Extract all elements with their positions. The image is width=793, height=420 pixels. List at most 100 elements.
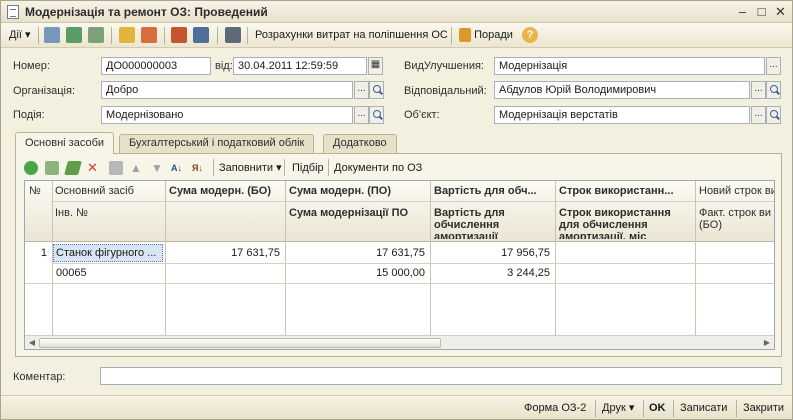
tab-fixed-assets[interactable]: Основні засоби [15, 132, 115, 154]
col-cost[interactable]: Вартість для обч... [434, 185, 537, 197]
footer-separator [643, 400, 644, 417]
minimize-button[interactable]: – [734, 4, 751, 20]
print-button[interactable]: Друк ▾ [602, 401, 634, 417]
organization-label: Організація: [13, 85, 75, 97]
event-field[interactable]: Модернізовано [101, 106, 353, 124]
save-button[interactable]: Записати [680, 401, 727, 417]
col-inventory-number[interactable]: Інв. № [55, 207, 88, 219]
col-new-term[interactable]: Новий строк ви... [699, 185, 774, 197]
document-icon [7, 5, 19, 19]
col-number[interactable]: № [29, 185, 41, 197]
toolbar-separator [284, 159, 285, 176]
footer-separator [736, 400, 737, 417]
number-label: Номер: [13, 60, 50, 72]
scroll-left-icon[interactable]: ◀ [25, 336, 39, 349]
toolbar-separator [38, 27, 39, 44]
scrollbar-thumb[interactable] [39, 338, 441, 348]
report-icon[interactable] [193, 26, 209, 45]
organization-select-button[interactable]: ... [354, 81, 369, 99]
improvement-type-select-button[interactable]: ... [766, 57, 781, 75]
horizontal-scrollbar[interactable]: ◀ ▶ [25, 335, 774, 349]
toolbar-separator [217, 27, 218, 44]
move-up-icon[interactable]: ▲ [130, 160, 142, 176]
fill-button[interactable]: Заповнити ▾ [219, 160, 282, 176]
table-header: № Основний засіб Сума модерн. (БО) Сума … [25, 181, 774, 242]
window-title: Модернізація та ремонт ОЗ: Проведений [25, 5, 268, 19]
number-field[interactable]: ДО000000003 [101, 57, 211, 75]
add-row-icon[interactable] [24, 160, 38, 176]
assets-table[interactable]: № Основний засіб Сума модерн. (БО) Сума … [24, 180, 775, 350]
delete-row-icon[interactable]: ✕ [87, 160, 98, 176]
select-button[interactable]: Підбір [292, 160, 324, 176]
form-button[interactable]: Форма ОЗ-2 [524, 401, 586, 417]
sort-descending-icon[interactable]: Я↓ [192, 160, 203, 176]
help-icon[interactable]: ? [522, 26, 538, 45]
tips-button[interactable]: Поради [459, 26, 513, 45]
copy-document-icon[interactable] [88, 26, 104, 45]
col-actual-term[interactable]: Факт. строк ви (БО) [699, 207, 774, 239]
post-document-icon[interactable] [44, 26, 60, 45]
list-icon[interactable] [225, 26, 241, 45]
close-form-button[interactable]: Закрити [743, 401, 784, 417]
move-down-icon[interactable]: ▼ [151, 160, 163, 176]
fill-label: Заповнити [219, 162, 274, 174]
structure-icon[interactable] [119, 26, 135, 45]
organization-field[interactable]: Добро [101, 81, 353, 99]
row-asset[interactable]: Станок фігурного ... [56, 246, 160, 260]
comment-field[interactable] [100, 367, 782, 385]
based-on-icon[interactable] [141, 26, 157, 45]
date-field[interactable]: 30.04.2011 12:59:59 [233, 57, 367, 75]
event-select-button[interactable]: ... [354, 106, 369, 124]
object-label: Об'єкт: [404, 109, 440, 121]
dt-kt-icon[interactable] [171, 26, 187, 45]
actions-menu[interactable]: Дії ▾ [9, 26, 31, 45]
print-label: Друк [602, 402, 626, 414]
row-number: 1 [40, 247, 47, 259]
footer-separator [595, 400, 596, 417]
tab-additional[interactable]: Додатково [323, 134, 397, 153]
scroll-right-icon[interactable]: ▶ [760, 336, 774, 349]
row-inventory-number[interactable]: 00065 [56, 266, 160, 280]
improvement-type-field[interactable]: Модернізація [494, 57, 765, 75]
date-label: від: [215, 60, 233, 72]
close-button[interactable]: ✕ [772, 4, 789, 20]
tab-accounting[interactable]: Бухгалтерський і податковий облік [119, 134, 315, 153]
sort-ascending-icon[interactable]: A↓ [171, 160, 182, 176]
edit-row-icon[interactable] [64, 160, 82, 176]
col-cost-amortization[interactable]: Вартість для обчислення амортизації [434, 207, 552, 239]
documents-button[interactable]: Документи по ОЗ [334, 160, 422, 176]
col-sum-po-modernization[interactable]: Сума модернізації ПО [289, 207, 408, 219]
end-edit-icon[interactable] [109, 160, 123, 176]
toolbar-separator [328, 159, 329, 176]
toolbar-separator [111, 27, 112, 44]
row-cost[interactable]: 17 956,75 [433, 246, 550, 260]
object-field[interactable]: Модернізація верстатів [494, 106, 750, 124]
tips-icon [459, 28, 471, 43]
costs-button[interactable]: Розрахунки витрат на поліпшення ОС [255, 26, 448, 45]
object-search-icon[interactable] [766, 106, 781, 124]
responsible-search-icon[interactable] [766, 81, 781, 99]
actions-label: Дії [9, 29, 22, 41]
col-term-amortization[interactable]: Строк використання для обчислення аморти… [559, 207, 693, 239]
calendar-icon[interactable]: ▦ [368, 57, 383, 75]
row-sum-bo[interactable]: 17 631,75 [168, 246, 280, 260]
undo-posting-icon[interactable] [66, 26, 82, 45]
toolbar-separator [451, 27, 452, 44]
col-term[interactable]: Строк використанн... [559, 185, 674, 197]
event-label: Подія: [13, 109, 45, 121]
row-sum-po-modernization[interactable]: 15 000,00 [288, 266, 425, 280]
col-asset[interactable]: Основний засіб [55, 185, 134, 197]
copy-row-icon[interactable] [45, 160, 59, 176]
ok-button[interactable]: OK [649, 401, 666, 417]
event-search-icon[interactable] [369, 106, 384, 124]
responsible-field[interactable]: Абдулов Юрій Володимирович [494, 81, 750, 99]
organization-search-icon[interactable] [369, 81, 384, 99]
maximize-button[interactable]: □ [753, 4, 770, 20]
row-cost-amortization[interactable]: 3 244,25 [433, 266, 550, 280]
col-sum-bo[interactable]: Сума модерн. (БО) [169, 185, 271, 197]
col-sum-po[interactable]: Сума модерн. (ПО) [289, 185, 391, 197]
responsible-select-button[interactable]: ... [751, 81, 766, 99]
comment-label: Коментар: [13, 371, 66, 383]
object-select-button[interactable]: ... [751, 106, 766, 124]
row-sum-po[interactable]: 17 631,75 [288, 246, 425, 260]
